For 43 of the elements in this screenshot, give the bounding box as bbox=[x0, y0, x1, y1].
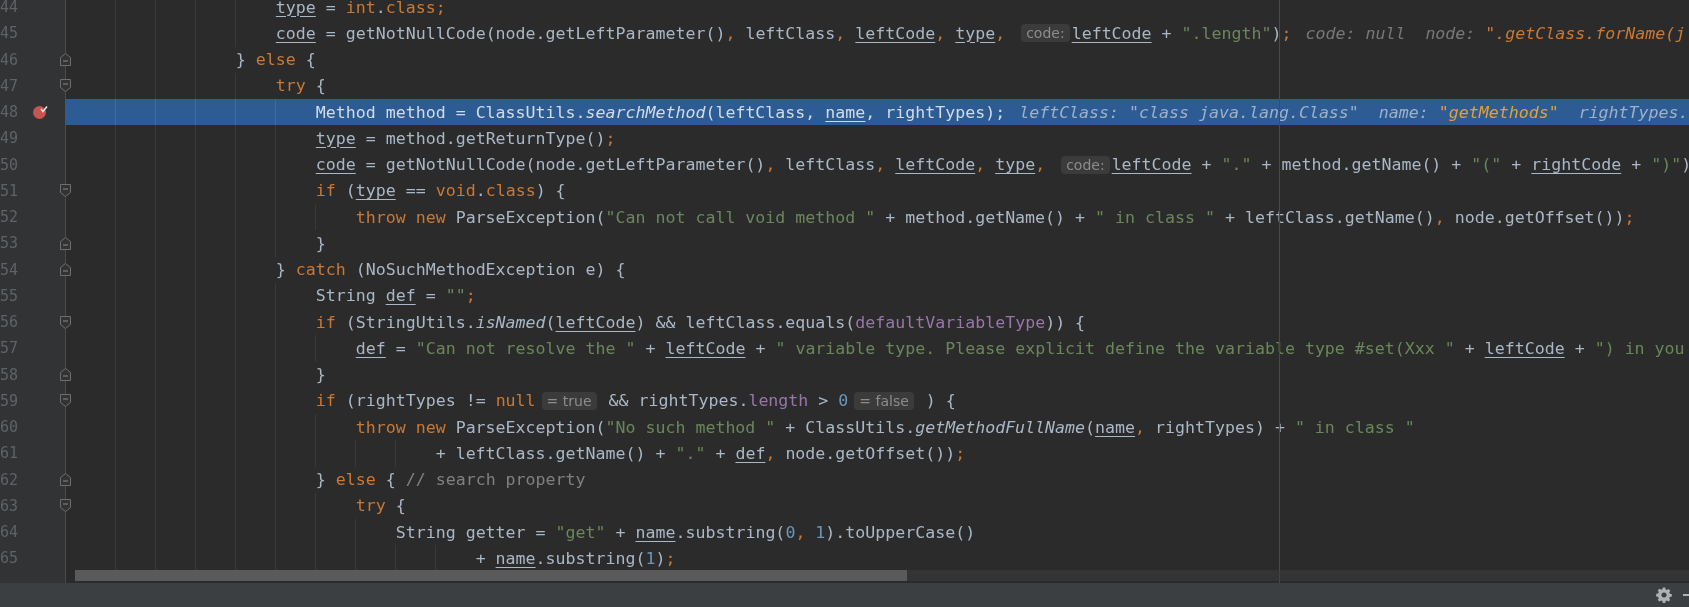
settings-icon[interactable] bbox=[1656, 587, 1672, 603]
code-text: } bbox=[314, 365, 326, 385]
fold-marker-icon[interactable] bbox=[60, 499, 71, 513]
fold-marker-icon[interactable] bbox=[60, 184, 71, 198]
inlay-hint: = false bbox=[854, 391, 914, 410]
code-text: def = "Can not resolve the " + leftCode + " variable type. Please explicit define the variable type #set(Xxx " + leftCode + ") in you bbox=[354, 338, 1685, 358]
code-text: && rightTypes.length > 0 bbox=[607, 391, 849, 411]
code-text: throw new ParseException("Can not call void method " + method.getName() + " in class " + leftClass.getName(), node.getOffset()); bbox=[354, 207, 1635, 227]
code-text: code = getNotNullCode(node.getLeftParameter(), leftClass, leftCode, type, bbox=[314, 155, 1047, 175]
code-text: leftCode + "." + method.getName() + "(" + rightCode + ")") bbox=[1111, 155, 1689, 175]
fold-marker-icon[interactable] bbox=[60, 394, 71, 408]
code-text: } bbox=[314, 233, 326, 253]
code-text: + name.substring(1); bbox=[474, 548, 676, 568]
scrollbar-thumb[interactable] bbox=[75, 570, 907, 581]
fold-marker-icon[interactable] bbox=[60, 79, 71, 93]
fold-marker-icon[interactable] bbox=[60, 473, 71, 487]
code-text: } catch (NoSuchMethodException e) { bbox=[274, 260, 626, 280]
code-text: try { bbox=[274, 76, 326, 96]
fold-marker-icon[interactable] bbox=[60, 368, 71, 382]
inlay-hint: code: bbox=[1021, 24, 1070, 43]
code-text: } else { // search property bbox=[314, 470, 586, 490]
code-text: if (rightTypes != null bbox=[314, 391, 536, 411]
code-text: if (type == void.class) { bbox=[314, 181, 566, 201]
code-text: try { bbox=[354, 496, 406, 516]
breakpoint-icon[interactable] bbox=[32, 104, 48, 121]
code-text: String def = ""; bbox=[314, 286, 476, 306]
code-text: type = int.class; bbox=[274, 0, 446, 17]
inlay-hint: = true bbox=[541, 391, 597, 410]
code-text: + leftClass.getName() + "." + def, node.getOffset()); bbox=[434, 443, 966, 463]
fold-marker-icon[interactable] bbox=[60, 53, 71, 67]
code-text: leftCode + ".length"); bbox=[1071, 23, 1292, 43]
code-text: code = getNotNullCode(node.getLeftParameter(), leftClass, leftCode, type, bbox=[274, 23, 1007, 43]
code-text: String getter = "get" + name.substring(0, 1).toUpperCase() bbox=[394, 522, 976, 542]
debug-value: code: null node: ".getClass.forName(j bbox=[1305, 23, 1686, 43]
code-text: ) { bbox=[924, 391, 956, 411]
fold-marker-icon[interactable] bbox=[60, 315, 71, 329]
fold-marker-icon[interactable] bbox=[60, 263, 71, 277]
fold-marker-icon[interactable] bbox=[60, 236, 71, 250]
code-text: Method method = ClassUtils.searchMethod(leftClass, name, rightTypes); bbox=[314, 102, 1006, 122]
code-text: } else { bbox=[234, 50, 316, 70]
code-text: if (StringUtils.isNamed(leftCode) && leftClass.equals(defaultVariableType)) { bbox=[314, 312, 1086, 332]
code-text: type = method.getReturnType(); bbox=[314, 128, 616, 148]
inlay-hint: code: bbox=[1061, 155, 1110, 174]
